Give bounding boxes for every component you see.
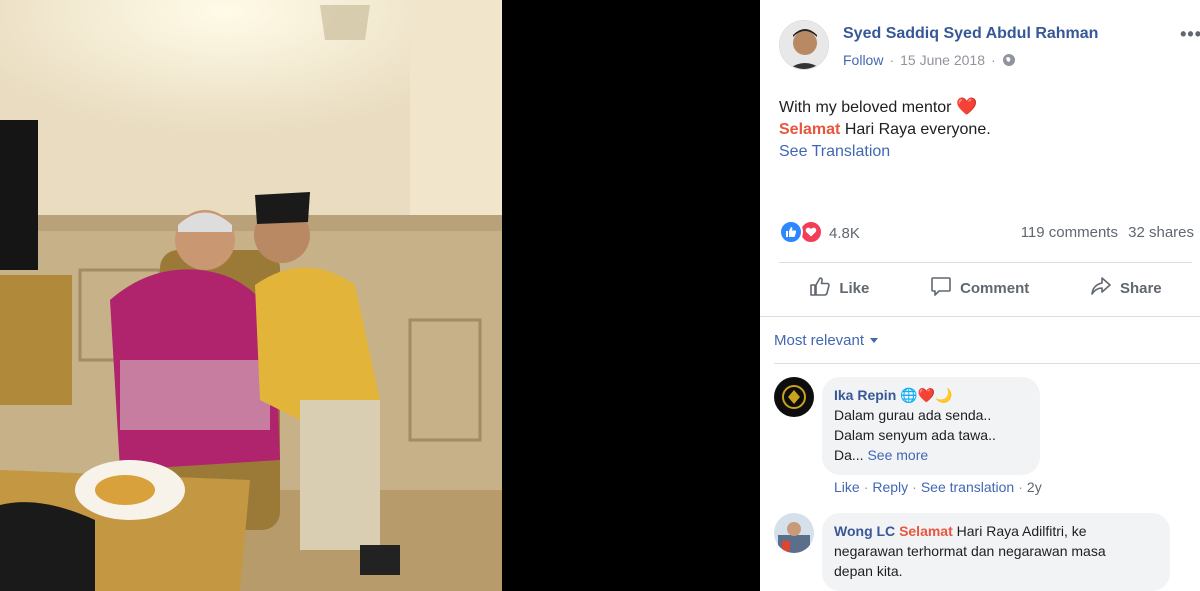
see-translation-link[interactable]: See Translation [779,141,1179,163]
comment-text-line: depan kita. [834,563,903,579]
post-text-line2: Selamat Hari Raya everyone. [779,121,991,138]
author-avatar[interactable] [779,20,829,70]
comment-bubble: Wong LC Selamat Hari Raya Adilfitri, ke … [822,513,1170,591]
comment-label: Comment [960,279,1030,297]
comment-icon [930,275,952,301]
heart-emoji-icon: ❤️ [955,97,978,116]
post-photo[interactable] [0,0,502,591]
share-icon [1090,275,1112,301]
comment-age[interactable]: 2y [1027,479,1042,495]
comment-text-line: negarawan terhormat dan negarawan masa [834,543,1106,559]
comment-emoji-icon: 🌐❤️🌙 [900,387,953,403]
comment-text-line: Da... [834,447,864,463]
like-button[interactable]: Like [809,275,869,301]
post-meta: Follow · 15 June 2018 · [843,52,1016,68]
commenter-avatar[interactable] [774,513,814,553]
reaction-icons[interactable] [779,220,823,244]
reactions-summary: 4.8K 119 comments 32 shares [779,218,1194,246]
more-options-icon[interactable]: ••• [1180,24,1200,45]
reaction-count[interactable]: 4.8K [829,225,860,242]
meta-separator: · [991,52,996,68]
comments-section: Most relevant Ika Repin 🌐❤️🌙 Dalam gurau… [760,316,1200,591]
like-label: Like [839,279,870,297]
post-date[interactable]: 15 June 2018 [900,52,985,68]
comment-like-link[interactable]: Like [834,479,860,495]
comment-actions: Like · Reply · See translation · 2y [834,479,1042,495]
comment-reply-link[interactable]: Reply [872,479,908,495]
post-panel: Syed Saddiq Syed Abdul Rahman Follow · 1… [760,0,1200,591]
post-header: Syed Saddiq Syed Abdul Rahman Follow · 1… [779,20,1200,72]
see-more-link[interactable]: See more [867,447,928,463]
comment-text-line: Dalam gurau ada senda.. [834,407,992,423]
divider [774,363,1200,364]
comment-see-translation-link[interactable]: See translation [921,479,1014,495]
post-text: With my beloved mentor ❤️ Selamat Hari R… [779,96,1179,163]
author-name[interactable]: Syed Saddiq Syed Abdul Rahman [843,25,1098,43]
like-reaction-icon [779,220,803,244]
post-text-line1: With my beloved mentor ❤️ [779,97,978,116]
post-actions: Like Comment Share [779,264,1192,312]
commenter-name[interactable]: Wong LC [834,523,895,539]
comment-bubble: Ika Repin 🌐❤️🌙 Dalam gurau ada senda.. D… [822,377,1040,475]
follow-link[interactable]: Follow [843,52,883,68]
comment-item: Ika Repin 🌐❤️🌙 Dalam gurau ada senda.. D… [774,377,1194,497]
commenter-name[interactable]: Ika Repin [834,387,896,403]
photo-viewer [0,0,760,591]
comment-item: Wong LC Selamat Hari Raya Adilfitri, ke … [774,513,1194,591]
share-button[interactable]: Share [1090,275,1162,301]
shares-count[interactable]: 32 shares [1128,224,1194,241]
highlight-word: Selamat [779,121,841,138]
share-label: Share [1119,279,1162,297]
commenter-avatar[interactable] [774,377,814,417]
thumbs-up-icon [809,275,831,301]
comment-text-line: Dalam senyum ada tawa.. [834,427,996,443]
comment-button[interactable]: Comment [930,275,1029,301]
meta-separator: · [889,52,895,68]
divider [779,262,1192,263]
caret-down-icon [870,338,879,343]
comments-count[interactable]: 119 comments [1021,224,1118,241]
globe-icon [1002,53,1016,67]
sort-label: Most relevant [774,332,865,349]
highlight-word: Selamat [899,523,953,539]
comment-sort-dropdown[interactable]: Most relevant [774,332,879,349]
engagement-counts: 119 comments 32 shares [1015,224,1194,241]
